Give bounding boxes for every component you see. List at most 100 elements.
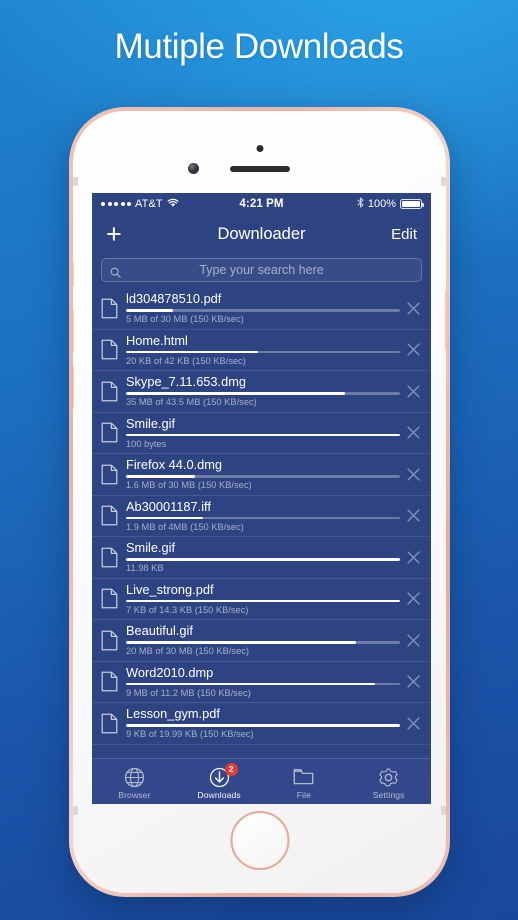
file-document-icon [101,547,118,568]
edit-button[interactable]: Edit [391,226,417,243]
mute-switch[interactable] [73,261,74,287]
download-row[interactable]: Live_strong.pdf 7 KB of 14.3 KB (150 KB/s… [92,579,431,620]
download-info: Home.html 20 KB of 42 KB (150 KB/sec) [126,334,406,366]
antenna-band [73,177,78,186]
progress-fill [126,350,258,354]
volume-down-button[interactable] [73,365,74,409]
file-document-icon [101,671,118,692]
close-x-icon[interactable] [406,633,421,648]
progress-fill [126,724,400,727]
download-meta: 1.6 MB of 30 MB (150 KB/sec) [126,480,252,491]
phone-face: AT&T 4:21 PM 100% + Downloader Edit Type… [73,111,446,893]
close-x-icon[interactable] [406,384,421,399]
download-row[interactable]: Beautiful.gif 20 MB of 30 MB (150 KB/sec) [92,620,431,662]
close-x-icon[interactable] [406,591,421,606]
close-x-icon[interactable] [406,508,421,523]
download-row[interactable]: Firefox 44.0.dmg 1.6 MB of 30 MB (150 KB/… [92,454,431,496]
add-download-button[interactable]: + [106,220,136,248]
antenna-band [441,806,446,815]
nav-bar: + Downloader Edit [92,215,431,253]
search-input[interactable]: Type your search here [101,258,422,282]
download-row[interactable]: Home.html 20 KB of 42 KB (150 KB/sec) [92,330,431,371]
status-bar-left: AT&T [101,198,262,211]
file-document-icon [101,298,118,319]
progress-bar [126,309,400,312]
status-bar-right: 100% [262,197,424,211]
progress-fill [126,309,173,312]
download-meta: 9 MB of 11.2 MB (150 KB/sec) [126,687,251,698]
progress-fill [126,516,203,520]
file-document-icon [101,339,118,360]
earpiece-speaker [229,166,290,172]
download-info: Skype_7.11.653.dmg 35 MB of 43.5 MB (150 … [126,375,406,407]
close-x-icon[interactable] [406,425,421,440]
file-name: Skype_7.11.653.dmg [126,375,246,390]
file-name: Smile.gif [126,541,176,556]
notification-badge: 2 [224,762,238,776]
file-name: ld304878510.pdf [126,292,222,307]
close-x-icon[interactable] [406,674,421,689]
nav-title: Downloader [217,224,306,243]
file-document-icon [101,713,118,734]
download-info: Firefox 44.0.dmg 1.6 MB of 30 MB (150 KB/… [126,458,406,490]
download-meta: 20 MB of 30 MB (150 KB/sec) [126,646,249,657]
tab-downloads[interactable]: 2 Downloads [177,759,262,804]
download-info: Ab30001187.iff 1.9 MB of 4MB (150 KB/sec) [126,500,406,532]
search-icon [110,265,121,278]
download-row[interactable]: Smile.gif 11.98 KB [92,537,431,579]
download-row[interactable]: Skype_7.11.653.dmg 35 MB of 43.5 MB (150 … [92,371,431,413]
file-name: Home.html [126,333,188,348]
download-info: Word2010.dmp 9 MB of 11.2 MB (150 KB/sec) [126,666,406,698]
download-row[interactable]: Lesson_gym.pdf 9 KB of 19.99 KB (150 KB/s… [92,703,431,745]
file-document-icon [101,381,118,402]
tab-settings[interactable]: Settings [346,759,431,804]
battery-percent-label: 100% [367,198,396,210]
front-camera-icon [188,163,199,174]
antenna-band [441,177,446,186]
volume-up-button[interactable] [73,309,74,353]
tab-file[interactable]: File [262,759,347,804]
file-name: Ab30001187.iff [126,499,211,514]
download-row[interactable]: Word2010.dmp 9 MB of 11.2 MB (150 KB/sec) [92,662,431,703]
search-bar-container: Type your search here [92,253,431,288]
progress-fill [126,433,400,437]
download-row[interactable]: ld304878510.pdf 5 MB of 30 MB (150 KB/sec… [92,288,431,330]
progress-bar [126,350,400,354]
progress-fill [126,558,400,561]
tab-label: Settings [372,789,405,800]
download-info: Lesson_gym.pdf 9 KB of 19.99 KB (150 KB/s… [126,707,406,739]
file-document-icon [101,505,118,526]
power-button[interactable] [445,289,446,351]
file-name: Beautiful.gif [126,624,193,639]
progress-fill [126,475,195,478]
file-name: Firefox 44.0.dmg [126,458,223,473]
file-name: Smile.gif [126,416,176,431]
download-row[interactable]: Smile.gif 100 bytes [92,413,431,454]
progress-fill [126,392,346,395]
download-info: Smile.gif 11.98 KB [126,541,406,573]
status-bar: AT&T 4:21 PM 100% [92,193,431,215]
progress-fill [126,682,376,686]
home-button[interactable] [230,811,289,870]
download-meta: 11.98 KB [126,563,164,574]
file-document-icon [101,464,118,485]
close-x-icon[interactable] [406,301,421,316]
download-info: ld304878510.pdf 5 MB of 30 MB (150 KB/sec… [126,292,406,324]
close-x-icon[interactable] [406,342,421,357]
file-name: Lesson_gym.pdf [126,707,220,722]
file-document-icon [101,588,118,609]
download-list[interactable]: ld304878510.pdf 5 MB of 30 MB (150 KB/sec… [92,288,431,758]
download-arrow-icon: 2 [209,762,238,788]
close-x-icon[interactable] [406,467,421,482]
globe-icon [124,767,145,788]
close-x-icon[interactable] [406,550,421,565]
proximity-sensor-icon [256,145,263,152]
tab-browser[interactable]: Browser [92,759,177,804]
file-document-icon [101,630,118,651]
phone-screen: AT&T 4:21 PM 100% + Downloader Edit Type… [92,193,431,804]
download-meta: 35 MB of 43.5 MB (150 KB/sec) [126,397,257,408]
search-placeholder: Type your search here [199,263,324,277]
bluetooth-icon [357,197,364,211]
close-x-icon[interactable] [406,716,421,731]
download-row[interactable]: Ab30001187.iff 1.9 MB of 4MB (150 KB/sec) [92,496,431,537]
